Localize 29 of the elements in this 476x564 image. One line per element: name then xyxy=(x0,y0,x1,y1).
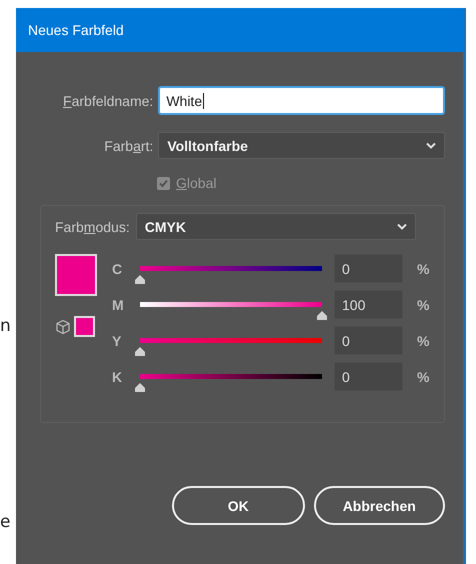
background-text: e xyxy=(0,512,10,532)
field-label: Farbmodus: xyxy=(55,218,130,234)
window-title: Neues Farbfeld xyxy=(28,22,124,38)
background-text: n xyxy=(0,316,11,336)
chevron-down-icon xyxy=(426,142,436,149)
channel-label: K xyxy=(112,368,124,384)
unit-label: % xyxy=(417,296,430,312)
color-swatch xyxy=(55,254,97,296)
type-dropdown[interactable]: Volltonfarbe xyxy=(158,132,445,159)
value-input-field[interactable]: 100 xyxy=(334,290,403,319)
ok-button[interactable]: OK xyxy=(172,486,304,525)
value-input-field[interactable]: 0 xyxy=(334,326,403,355)
channel-label: C xyxy=(112,260,124,276)
chevron-down-icon xyxy=(396,223,407,230)
unit-label: % xyxy=(417,260,430,276)
cube-icon[interactable] xyxy=(55,318,71,334)
unit-label: % xyxy=(417,332,430,348)
value-input-field[interactable]: 0 xyxy=(334,254,403,283)
color-mode-dropdown[interactable]: CMYK xyxy=(136,213,416,240)
unit-label: % xyxy=(417,368,430,384)
field-label: Farbfeldname: xyxy=(62,92,154,108)
name-input-field[interactable]: White xyxy=(158,86,445,115)
gamut-swatch[interactable] xyxy=(74,316,95,337)
field-label: Farbart: xyxy=(103,138,154,154)
channel-label: M xyxy=(112,296,125,312)
checkbox-label: Global xyxy=(176,175,216,191)
cancel-button[interactable]: Abbrechen xyxy=(314,486,445,525)
channel-label: Y xyxy=(112,332,122,348)
value-input-field[interactable]: 0 xyxy=(334,362,403,391)
